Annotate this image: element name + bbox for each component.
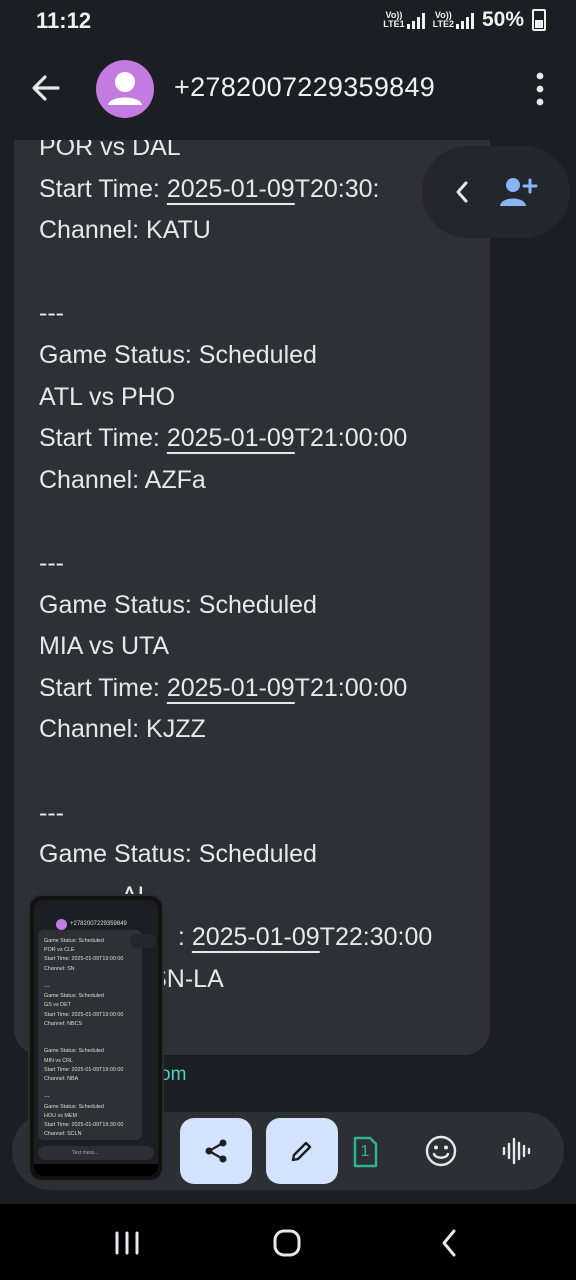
date-link[interactable]: 2025-01-09 bbox=[167, 175, 295, 203]
thumbnail-nav-bar bbox=[34, 1164, 158, 1176]
thumbnail-line: Channel: SCLN bbox=[44, 1131, 82, 1138]
battery-icon bbox=[532, 9, 546, 31]
battery-percent: 50% bbox=[481, 8, 524, 31]
message-line: Start Time: 2025-01-09T21:00:00 bbox=[39, 673, 408, 702]
thumbnail-line: --- bbox=[44, 984, 50, 990]
message-line: Game Status: Scheduled bbox=[39, 840, 317, 869]
message-line: MIA vs UTA bbox=[39, 632, 170, 661]
back-arrow-icon[interactable] bbox=[26, 68, 66, 108]
message-line: Game Status: Scheduled bbox=[39, 590, 317, 619]
person-add-icon[interactable] bbox=[498, 174, 538, 210]
app-bar: +2782007229359849 bbox=[0, 42, 576, 140]
system-nav-bar bbox=[0, 1204, 576, 1280]
thumbnail-line: MIN vs CRL bbox=[44, 1057, 74, 1064]
emoji-icon[interactable] bbox=[424, 1134, 458, 1168]
screenshot-thumbnail[interactable]: +2782007229359849 Game Status: Scheduled… bbox=[28, 894, 164, 1182]
message-line: Channel: AZFa bbox=[39, 465, 206, 494]
thumbnail-app-bar: +2782007229359849 bbox=[34, 908, 158, 930]
thumbnail-line: Start Time: 2025-01-09T19:00:00 bbox=[44, 1066, 124, 1073]
voice-waveform-icon[interactable] bbox=[500, 1134, 534, 1168]
date-link[interactable]: 2025-01-09 bbox=[167, 674, 295, 702]
message-line: --- bbox=[39, 548, 64, 577]
message-line bbox=[39, 252, 432, 294]
message-line: Start Time: 2025-01-09T20:30: bbox=[39, 174, 380, 203]
nav-back-icon[interactable] bbox=[440, 1228, 458, 1258]
floating-actions bbox=[422, 146, 570, 238]
date-link[interactable]: 2025-01-09 bbox=[167, 424, 295, 452]
thumbnail-line: Game Status: Scheduled bbox=[44, 1048, 104, 1055]
message-line: --- bbox=[39, 299, 64, 328]
more-vert-icon[interactable] bbox=[534, 72, 546, 106]
thumbnail-line: POR vs CLE bbox=[44, 947, 75, 954]
thumbnail-line: Channel: SN bbox=[44, 965, 75, 972]
sim-number: 1 bbox=[360, 1143, 370, 1160]
home-icon[interactable] bbox=[272, 1228, 302, 1258]
chevron-left-icon[interactable] bbox=[452, 178, 472, 206]
message-line bbox=[39, 751, 432, 793]
sim1-signal-icon: Vo)) LTE1 bbox=[383, 11, 425, 29]
thumbnail-line: Channel: NBA bbox=[44, 1076, 79, 1082]
message-line: Channel: KJZZ bbox=[39, 715, 206, 744]
recents-icon[interactable] bbox=[113, 1231, 141, 1255]
thumbnail-line: Start Time: 2025-01-09T19:30:00 bbox=[44, 1122, 124, 1128]
status-bar: 11:12 Vo)) LTE1 Vo)) LTE2 50% bbox=[0, 0, 576, 42]
date-link[interactable]: 2025-01-09 bbox=[192, 923, 320, 951]
message-line: Start Time: 2025-01-09T21:00:00 bbox=[39, 424, 408, 453]
message-line: Channel: KATU bbox=[39, 216, 211, 245]
message-line bbox=[39, 501, 432, 543]
thumbnail-line: Game Status: Scheduled bbox=[44, 993, 104, 1000]
thumbnail-avatar bbox=[56, 919, 67, 930]
message-text: POR vs DAL Start Time: 2025-01-09T20:30: C… bbox=[39, 127, 432, 1000]
share-button[interactable] bbox=[180, 1118, 252, 1184]
edit-button[interactable] bbox=[266, 1118, 338, 1184]
thumbnail-composer: Text mess... bbox=[38, 1146, 154, 1160]
avatar[interactable] bbox=[96, 60, 154, 118]
thumbnail-line: Game Status: Scheduled bbox=[44, 938, 104, 944]
contact-name[interactable]: +2782007229359849 bbox=[174, 72, 435, 103]
thumbnail-line: GS vs DET bbox=[44, 1002, 71, 1009]
status-indicators: Vo)) LTE1 Vo)) LTE2 50% bbox=[383, 8, 546, 32]
thumbnail-line: Start Time: 2025-01-09T19:00:00 bbox=[44, 956, 124, 963]
status-time: 11:12 bbox=[36, 8, 92, 33]
sim2-signal-icon: Vo)) LTE2 bbox=[433, 11, 474, 29]
thumbnail-line: Start Time: 2025-01-09T19:00:00 bbox=[44, 1011, 124, 1018]
thumbnail-line: Game Status: Scheduled bbox=[44, 1103, 104, 1110]
pencil-icon bbox=[291, 1141, 312, 1162]
message-line: Game Status: Scheduled bbox=[39, 340, 317, 369]
thumbnail-contact: +2782007229359849 bbox=[70, 921, 127, 927]
message-line: --- bbox=[39, 798, 64, 827]
share-icon bbox=[205, 1139, 227, 1163]
thumbnail-content: +2782007229359849 Game Status: Scheduled… bbox=[34, 900, 158, 1176]
person-icon bbox=[108, 72, 142, 105]
thumbnail-line: HOU vs MEM bbox=[44, 1112, 77, 1119]
thumbnail-float-pill bbox=[130, 934, 156, 948]
message-line: ATL vs PHO bbox=[39, 382, 176, 411]
thumbnail-bubble: Game Status: Scheduled POR vs CLE Start Ti… bbox=[38, 930, 142, 1140]
thumbnail-line: --- bbox=[44, 1094, 50, 1101]
thumbnail-line: Channel: NBCS bbox=[44, 1020, 83, 1027]
